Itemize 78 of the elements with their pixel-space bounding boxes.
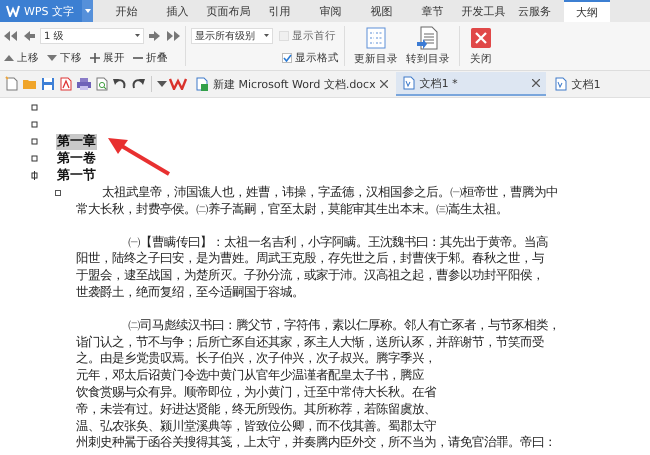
caret-icon [84,9,90,13]
dropdown-caret-icon[interactable] [157,81,167,87]
text-line: 太祖武皇帝，沛国谯人也，姓曹，讳操，字孟德，汉相国参之后。㈠桓帝世，曹腾为中 [101,184,559,201]
double-left-arrow-icon[interactable] [4,30,18,40]
text-line: 州刺史种暠于函谷关搜得其笺，上太守，并奏腾内臣外交，所不当为，请免官治罪。帝曰： [76,434,557,452]
table-of-contents-icon [364,26,388,50]
ribbon-tab[interactable]: 引用 [254,0,305,22]
document-icon [554,77,568,91]
outline-heading[interactable]: 第一章 [56,134,97,150]
ribbon-tab[interactable]: 开始 [101,0,152,22]
document-tab[interactable]: 文档1 [548,72,607,96]
ribbon-tab[interactable]: 视图 [356,0,407,22]
checkbox-label: 显示格式 [295,50,339,64]
right-arrow-icon[interactable] [148,30,162,40]
ribbon-tab[interactable]: 云服务 [509,0,560,22]
outline-collapse-button[interactable]: 折叠 [133,50,168,64]
checkmark-icon [282,54,292,62]
outline-up-button[interactable]: 上移 [4,50,39,64]
plus-icon [90,52,100,62]
dropdown-caret-button[interactable] [82,0,93,22]
print-preview-icon[interactable] [94,76,110,92]
ribbon-tab[interactable]: 开发工具 [458,0,509,22]
close-icon[interactable] [380,80,388,88]
update-button[interactable]: 更新目录 [350,22,402,70]
caret-icon [135,34,140,37]
document-tab[interactable]: 文档1 * [396,72,546,96]
text-line: 帝，未尝有过。好进达贤能，终无所毁伤。其所称荐，若陈留虞放、 [76,400,437,418]
text-line: 饮食赏赐与众有异。顺帝即位，为小黄门，迁至中常侍大长秋。在省 [76,384,438,401]
ribbon-tab[interactable]: 章节 [407,0,458,22]
close-icon[interactable] [532,79,540,87]
outline-bullet-icon [31,154,38,163]
body-text-bullet-icon [55,190,61,196]
goto-button[interactable]: 转到目录 [402,22,454,70]
printer-icon[interactable] [76,76,92,92]
ribbon-tab[interactable]: 插入 [152,0,203,22]
save-icon[interactable] [40,76,56,92]
app-menu-button[interactable]: WPS 文字 [0,0,82,22]
triangle-down-icon [47,52,57,62]
wps-logo-icon [6,5,20,17]
outline-bullet-icon [31,120,38,129]
outline-heading[interactable]: 第一节 [56,168,97,184]
text-line: 世袭爵土，绝而复绍，至今适嗣国于容城。 [76,284,305,301]
outline-bullet-icon [31,103,38,112]
double-right-arrow-icon[interactable] [166,30,180,40]
show-levels-dropdown[interactable]: 显示所有级别 [191,28,273,44]
pdf-icon[interactable] [58,76,74,92]
outline-expand-button[interactable]: 展开 [90,50,125,64]
left-arrow-icon[interactable] [22,30,36,40]
w-logo-icon[interactable] [169,78,187,90]
text-line: 之。由是乡党贵叹焉。长子伯兴，次子仲兴，次子叔兴。腾字季兴， [76,350,437,368]
caret-icon [264,34,269,37]
document-icon [195,77,209,91]
text-line: 元年，邓太后诏黄门令选中黄门从官年少温谨者配皇太子书，腾应 [76,367,425,384]
outline-heading[interactable]: 第一卷 [56,150,97,166]
document-tab[interactable]: 新建 Microsoft Word 文档.docx [189,72,394,96]
text-line: 诣门认之，节不与争；后所亡豕自还其家，豕主人大惭，送所认豕，并辞谢节，节笑而受 [76,334,545,350]
checkbox-box[interactable] [282,52,292,62]
checkbox-label: 显示首行 [292,28,336,42]
text-line: ㈡司马彪续汉书曰：腾父节，字符伟，素以仁厚称。邻人有亡豕者，与节豕相类， [127,316,560,334]
text-line: 于盟会，逮至战国，为楚所灭。子孙分流，或家于沛。汉高祖之起，曹参以功封平阳侯， [76,267,545,284]
text-line: 温、弘农张奂、颍川堂溪典等，皆致位公卿，而不伐其善。蜀郡太守 [76,418,437,434]
document-icon [402,76,416,90]
new-document-icon[interactable] [4,76,20,92]
outline-bullet-icon [31,137,38,146]
close-button[interactable]: 关闭 [465,22,497,70]
ribbon-tab[interactable]: 审阅 [305,0,356,22]
text-line: 常大长秋，封费亭侯。㈡养子嵩嗣，官至太尉，莫能审其生出本末。㈢嵩生太祖。 [76,200,509,218]
triangle-up-icon [4,52,14,62]
level-dropdown[interactable]: 1 级 [40,28,144,44]
close-icon [469,26,493,50]
level-value: 1 级 [44,30,64,42]
annotation-arrow [106,136,171,176]
ribbon-tab[interactable]: 页面布局 [203,0,254,22]
outline-down-button[interactable]: 下移 [47,50,82,64]
ribbon-tab[interactable]: 大纲 [564,0,610,22]
document-arrow-icon [416,26,440,50]
text-line: 阳世，陆终之子曰安，是为曹姓。周武王克殷，存先世之后，封曹侠于邾。春秋之世，与 [76,250,545,268]
text-line: ㈠【曹瞒传曰】：太祖一名吉利，小字阿瞒。王沈魏书曰：其先出于黄帝。当高 [127,234,549,250]
